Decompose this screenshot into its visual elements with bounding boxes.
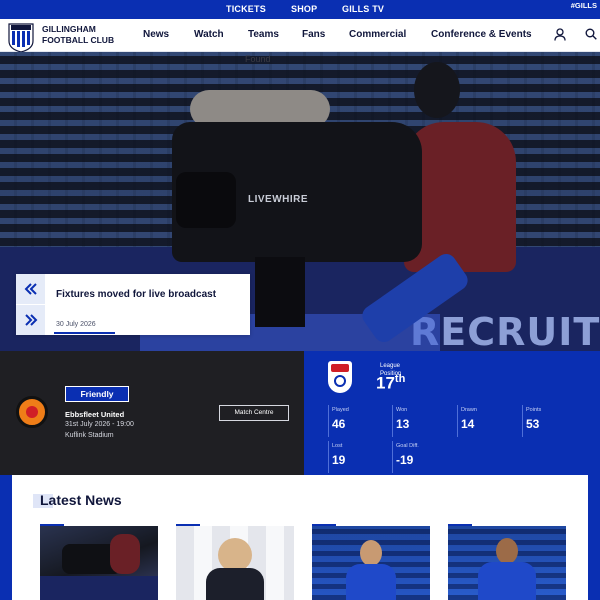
efl-badge-sponsor (331, 364, 349, 372)
hero-banner[interactable]: RECRUITING NO LIVEWHIRE Found Fi (0, 52, 600, 351)
league-table-panel: League Position 17th Played 46 Won 13 Dr… (304, 351, 600, 475)
league-position-value: 17th (376, 373, 405, 394)
stat-goal-diff-label: Goal Diff. (396, 443, 419, 449)
hero-partial-text: Found (245, 54, 271, 64)
fixture-venue: Kuflink Stadium (65, 432, 114, 439)
player-head (496, 538, 518, 564)
club-name[interactable]: GILLINGHAM FOOTBALL CLUB (42, 24, 114, 46)
news-card-player-two[interactable] (448, 526, 566, 600)
opponent-name: Ebbsfleet United (65, 410, 125, 419)
club-name-line2: FOOTBALL CLUB (42, 35, 115, 45)
stat-lost-value: 19 (332, 453, 346, 467)
double-chevron-left-icon (24, 283, 37, 295)
main-header: GILLINGHAM FOOTBALL CLUB News Watch Team… (0, 19, 600, 53)
league-position-number: 17 (376, 373, 395, 393)
stat-played-label: Played (332, 407, 349, 413)
next-slide-button[interactable] (16, 305, 45, 335)
board-thumb-shape (40, 576, 158, 600)
club-name-line1: GILLINGHAM (42, 24, 96, 34)
stat-divider (328, 405, 329, 437)
stat-drawn-label: Drawn (461, 407, 477, 413)
section-title: Latest News (40, 492, 122, 508)
nav-watch[interactable]: Watch (194, 29, 224, 40)
fixture-datetime: 31st July 2026 - 19:00 (65, 421, 134, 428)
user-icon[interactable] (554, 28, 566, 41)
headline-title[interactable]: Fixtures moved for live broadcast (56, 289, 216, 300)
previous-slide-button[interactable] (16, 274, 45, 304)
player-head (360, 540, 382, 566)
manager-body (206, 568, 264, 600)
left-accent-bar (0, 475, 12, 600)
stat-divider (457, 405, 458, 437)
nav-fans[interactable]: Fans (302, 29, 325, 40)
stat-divider (522, 405, 523, 437)
camera-brand-text: LIVEWHIRE (248, 194, 309, 205)
headline-date: 30 July 2026 (56, 321, 96, 328)
league-position-suffix: th (394, 373, 406, 385)
double-chevron-right-icon (25, 314, 38, 326)
search-icon[interactable] (585, 28, 597, 40)
competition-badge: Friendly (65, 386, 129, 402)
opponent-crest-icon (16, 396, 48, 428)
efl-league-badge-icon (328, 361, 352, 393)
hashtag-label[interactable]: #GILLS (571, 1, 597, 10)
stat-lost-label: Lost (332, 443, 343, 449)
news-card-player-one[interactable] (312, 526, 430, 600)
stat-divider (392, 441, 393, 473)
camera-operator-head (414, 62, 460, 118)
next-fixture-panel: Friendly Ebbsfleet United 31st July 2026… (0, 351, 304, 475)
slide-progress-bar (54, 332, 115, 334)
player-shirt (346, 564, 396, 600)
stat-drawn-value: 14 (461, 417, 475, 431)
gills-tv-link[interactable]: GILLS TV (342, 4, 384, 14)
news-card-press-conference[interactable] (176, 526, 294, 600)
nav-commercial[interactable]: Commercial (349, 29, 406, 40)
player-shirt (478, 562, 536, 600)
page: TICKETS SHOP GILLS TV #GILLS GILLINGHAM … (0, 0, 600, 600)
top-utility-bar: TICKETS SHOP GILLS TV #GILLS (0, 0, 600, 19)
opponent-crest-inner (26, 406, 38, 418)
match-centre-button[interactable]: Match Centre (219, 405, 289, 421)
league-position-label-line1: League (380, 363, 401, 369)
stat-goal-diff-value: -19 (396, 453, 414, 467)
news-card-camera[interactable] (40, 526, 158, 600)
headline-card[interactable]: Fixtures moved for live broadcast 30 Jul… (16, 274, 250, 335)
club-crest-icon[interactable] (8, 23, 34, 53)
right-accent-bar (588, 475, 600, 600)
stat-won-value: 13 (396, 417, 410, 431)
stat-divider (392, 405, 393, 437)
stat-points-value: 53 (526, 417, 540, 431)
tickets-link[interactable]: TICKETS (226, 4, 266, 14)
manager-head (218, 538, 252, 572)
camera-lens (176, 172, 236, 228)
efl-badge-ball (334, 375, 346, 387)
shop-link[interactable]: SHOP (291, 4, 317, 14)
stat-won-label: Won (396, 407, 408, 413)
operator-thumb-shape (110, 534, 140, 574)
nav-conference-events[interactable]: Conference & Events (431, 29, 532, 40)
stat-divider (328, 441, 329, 473)
latest-news-section: Latest News (0, 475, 600, 600)
nav-news[interactable]: News (143, 29, 169, 40)
stat-points-label: Points (526, 407, 542, 413)
camera-tripod (255, 257, 305, 327)
stat-played-value: 46 (332, 417, 346, 431)
nav-teams[interactable]: Teams (248, 29, 279, 40)
